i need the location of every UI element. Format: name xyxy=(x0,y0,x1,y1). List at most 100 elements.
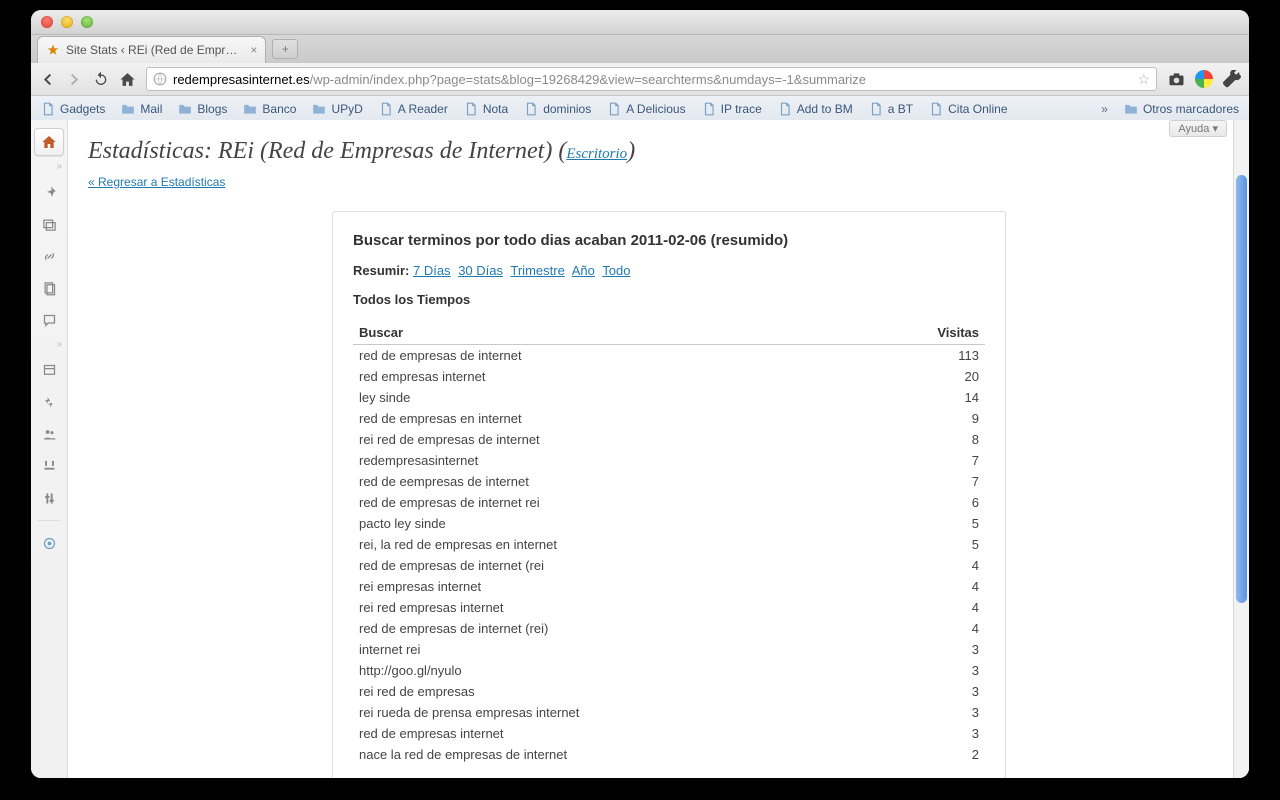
forward-button[interactable] xyxy=(66,71,83,88)
wrench-menu-button[interactable] xyxy=(1223,70,1241,88)
bookmark-item[interactable]: Mail xyxy=(121,102,162,116)
url-host: redempresasinternet.es xyxy=(173,72,310,87)
table-row: rei red de empresas3 xyxy=(353,681,985,702)
tab-strip: ★ Site Stats ‹ REi (Red de Empr… × + xyxy=(31,35,1249,63)
folder-icon xyxy=(121,102,135,116)
bookmark-item[interactable]: Banco xyxy=(243,102,296,116)
other-bookmarks[interactable]: Otros marcadores xyxy=(1124,102,1239,116)
bookmark-item[interactable]: Cita Online xyxy=(929,102,1007,116)
col-search: Buscar xyxy=(353,321,866,345)
window-titlebar xyxy=(31,10,1249,35)
tab-title: Site Stats ‹ REi (Red de Empr… xyxy=(66,43,237,57)
table-row: red de empresas de internet (rei)4 xyxy=(353,618,985,639)
page-icon xyxy=(41,102,55,116)
bookmark-item[interactable]: A Delicious xyxy=(607,102,685,116)
url-bar[interactable]: redempresasinternet.es/wp-admin/index.ph… xyxy=(146,67,1157,91)
settings-menu-icon[interactable] xyxy=(34,484,64,512)
users-menu-icon[interactable] xyxy=(34,420,64,448)
tools-menu-icon[interactable] xyxy=(34,452,64,480)
table-row: red de empresas en internet9 xyxy=(353,408,985,429)
summarize-link[interactable]: Año xyxy=(572,263,595,278)
summarize-link[interactable]: Trimestre xyxy=(510,263,564,278)
table-row: red empresas internet20 xyxy=(353,366,985,387)
bookmark-item[interactable]: Add to BM xyxy=(778,102,853,116)
zoom-window-button[interactable] xyxy=(81,16,93,28)
help-button[interactable]: Ayuda ▾ xyxy=(1169,120,1227,137)
vertical-scrollbar[interactable] xyxy=(1233,120,1249,778)
main-panel: Ayuda ▾ Estadísticas: REi (Red de Empres… xyxy=(68,120,1233,778)
table-row: http://goo.gl/nyulo3 xyxy=(353,660,985,681)
globe-icon xyxy=(153,72,167,86)
bookmark-item[interactable]: IP trace xyxy=(702,102,762,116)
table-row: pacto ley sinde5 xyxy=(353,513,985,534)
page-content: » » Ayuda ▾ Estadísticas: REi (Red de Em… xyxy=(31,120,1249,778)
bookmark-item[interactable]: Nota xyxy=(464,102,508,116)
screenshot-extension-icon[interactable] xyxy=(1167,70,1185,88)
comments-menu-icon[interactable] xyxy=(34,306,64,334)
wp-admin-sidebar: » » xyxy=(31,120,68,778)
stats-panel: Buscar terminos por todo dias acaban 201… xyxy=(332,211,1006,778)
expand-menu-icon-2[interactable]: » xyxy=(34,338,64,352)
bookmark-item[interactable]: dominios xyxy=(524,102,591,116)
plugins-menu-icon[interactable] xyxy=(34,388,64,416)
bookmark-item[interactable]: Gadgets xyxy=(41,102,105,116)
browser-tab[interactable]: ★ Site Stats ‹ REi (Red de Empr… × xyxy=(37,36,266,63)
expand-menu-icon[interactable]: » xyxy=(34,160,64,174)
page-icon xyxy=(607,102,621,116)
browser-window: ★ Site Stats ‹ REi (Red de Empr… × + red… xyxy=(31,10,1249,778)
table-row: internet rei3 xyxy=(353,639,985,660)
col-visits: Visitas xyxy=(866,321,985,345)
table-row: nace la red de empresas de internet2 xyxy=(353,744,985,765)
links-menu-icon[interactable] xyxy=(34,242,64,270)
reload-button[interactable] xyxy=(93,71,109,87)
dashboard-menu-icon[interactable] xyxy=(34,128,64,156)
seo-extension-icon[interactable] xyxy=(1195,70,1213,88)
table-row: ley sinde14 xyxy=(353,387,985,408)
table-row: rei empresas internet4 xyxy=(353,576,985,597)
bookmark-item[interactable]: a BT xyxy=(869,102,913,116)
close-window-button[interactable] xyxy=(41,16,53,28)
table-row: red de empresas de internet (rei4 xyxy=(353,555,985,576)
table-row: red de eempresas de internet7 xyxy=(353,471,985,492)
search-terms-table: Buscar Visitas red de empresas de intern… xyxy=(353,321,985,765)
page-icon xyxy=(702,102,716,116)
favicon-icon: ★ xyxy=(46,43,60,57)
panel-heading: Buscar terminos por todo dias acaban 201… xyxy=(353,232,985,249)
summarize-link[interactable]: Todo xyxy=(602,263,630,278)
summarize-row: Resumir: 7 Días 30 Días Trimestre Año To… xyxy=(353,263,985,278)
escritorio-link[interactable]: Escritorio xyxy=(566,146,627,162)
summarize-link[interactable]: 30 Días xyxy=(458,263,503,278)
back-to-stats-link[interactable]: « Regresar a Estadísticas xyxy=(88,175,225,189)
pages-menu-icon[interactable] xyxy=(34,274,64,302)
table-row: rei rueda de prensa empresas internet3 xyxy=(353,702,985,723)
bookmark-star-icon[interactable]: ☆ xyxy=(1137,71,1150,88)
page-icon xyxy=(929,102,943,116)
table-row: redempresasinternet7 xyxy=(353,450,985,471)
scrollbar-thumb[interactable] xyxy=(1236,175,1247,603)
appearance-menu-icon[interactable] xyxy=(34,356,64,384)
page-icon xyxy=(524,102,538,116)
home-button[interactable] xyxy=(119,71,136,88)
collapse-menu-icon[interactable] xyxy=(34,529,64,557)
new-tab-button[interactable]: + xyxy=(272,39,298,59)
back-button[interactable] xyxy=(39,71,56,88)
bookmarks-bar: Gadgets Mail Blogs Banco UPyD A Reader Nota dom… xyxy=(31,96,1249,123)
table-row: rei red de empresas de internet8 xyxy=(353,429,985,450)
bookmark-item[interactable]: A Reader xyxy=(379,102,448,116)
bookmark-item[interactable]: Blogs xyxy=(178,102,227,116)
nav-toolbar: redempresasinternet.es/wp-admin/index.ph… xyxy=(31,63,1249,96)
bookmarks-overflow-button[interactable]: » xyxy=(1101,102,1108,116)
media-menu-icon[interactable] xyxy=(34,210,64,238)
table-row: red de empresas de internet rei6 xyxy=(353,492,985,513)
url-path: /wp-admin/index.php?page=stats&blog=1926… xyxy=(310,72,866,87)
minimize-window-button[interactable] xyxy=(61,16,73,28)
folder-icon xyxy=(1124,102,1138,116)
table-row: rei, la red de empresas en internet5 xyxy=(353,534,985,555)
close-tab-icon[interactable]: × xyxy=(250,43,257,57)
bookmark-item[interactable]: UPyD xyxy=(312,102,362,116)
folder-icon xyxy=(178,102,192,116)
folder-icon xyxy=(312,102,326,116)
summarize-link[interactable]: 7 Días xyxy=(413,263,451,278)
posts-menu-icon[interactable] xyxy=(34,178,64,206)
page-icon xyxy=(869,102,883,116)
